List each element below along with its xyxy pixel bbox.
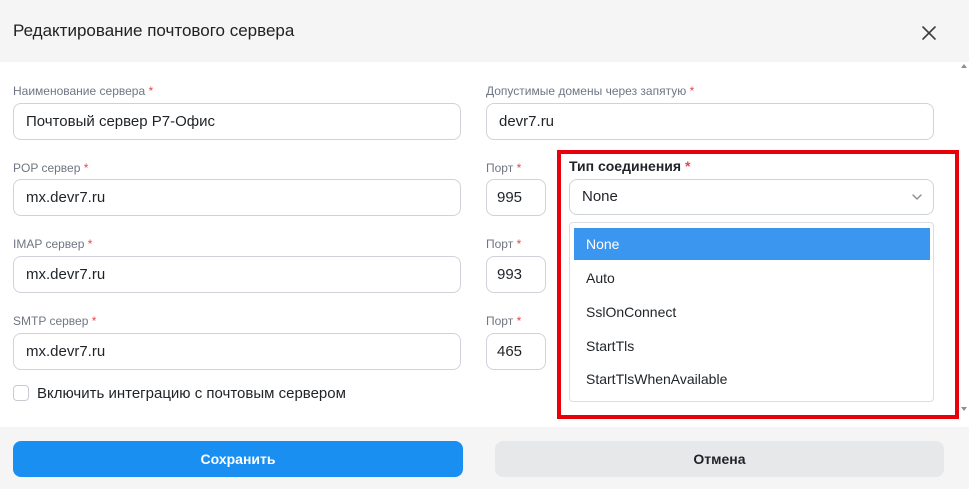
imap-server-input[interactable]: mx.devr7.ru: [13, 256, 461, 293]
smtp-port-input[interactable]: 465: [486, 333, 546, 370]
highlight-box: [557, 150, 959, 419]
integration-checkbox-label: Включить интеграцию с почтовым сервером: [37, 385, 346, 402]
close-icon: [922, 26, 936, 40]
domains-label: Допустимые домены через запятую *: [486, 84, 695, 98]
imap-server-label: IMAP сервер *: [13, 237, 93, 251]
integration-checkbox[interactable]: [13, 385, 29, 401]
smtp-server-input[interactable]: mx.devr7.ru: [13, 333, 461, 370]
scroll-down-icon[interactable]: [961, 407, 967, 411]
cancel-button[interactable]: Отмена: [495, 441, 944, 477]
pop-port-input[interactable]: 995: [486, 179, 546, 216]
dialog-title: Редактирование почтового сервера: [13, 21, 295, 40]
smtp-port-label: Порт *: [486, 314, 522, 328]
save-button[interactable]: Сохранить: [13, 441, 463, 477]
imap-port-input[interactable]: 993: [486, 256, 546, 293]
dialog-header: Редактирование почтового сервера: [0, 0, 969, 62]
domains-input[interactable]: devr7.ru: [486, 103, 934, 140]
close-button[interactable]: [916, 20, 942, 46]
smtp-server-label: SMTP сервер *: [13, 314, 97, 328]
server-name-input[interactable]: Почтовый сервер Р7-Офис: [13, 103, 461, 140]
pop-server-input[interactable]: mx.devr7.ru: [13, 179, 461, 216]
pop-port-label: Порт *: [486, 161, 522, 175]
imap-port-label: Порт *: [486, 237, 522, 251]
pop-server-label: POP сервер *: [13, 161, 89, 175]
scrollbar[interactable]: [959, 62, 969, 427]
scroll-up-icon[interactable]: [961, 64, 967, 68]
server-name-label: Наименование сервера *: [13, 84, 154, 98]
